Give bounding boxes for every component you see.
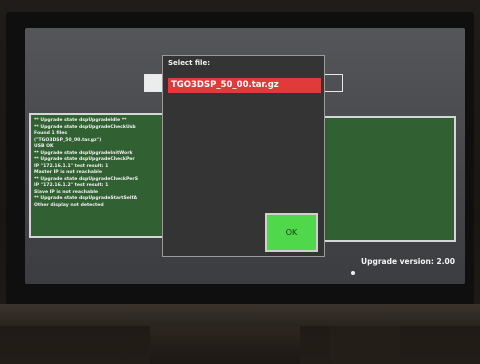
ok-button[interactable]: OK	[265, 213, 318, 252]
upgrade-log-panel: ** Upgrade state dspUpgradeIdle ** ** Up…	[29, 113, 169, 238]
obscured-field-right[interactable]	[323, 74, 343, 92]
display-screen: ** Upgrade state dspUpgradeIdle ** ** Up…	[25, 28, 465, 284]
log-line: Other display not detected	[34, 202, 104, 208]
file-list-item[interactable]: TGO3DSP_50_00.tar.gz	[168, 78, 321, 93]
select-file-dialog: Select file: TGO3DSP_50_00.tar.gz OK	[162, 55, 325, 257]
activity-indicator-icon	[351, 271, 355, 275]
dialog-title: Select file:	[168, 59, 211, 67]
status-panel-right	[323, 116, 456, 242]
monitor-frame-bottom	[0, 304, 480, 326]
monitor-stand	[150, 326, 300, 364]
upgrade-version-label: Upgrade version: 2.00	[361, 257, 455, 266]
monitor-stand-side	[330, 326, 400, 364]
